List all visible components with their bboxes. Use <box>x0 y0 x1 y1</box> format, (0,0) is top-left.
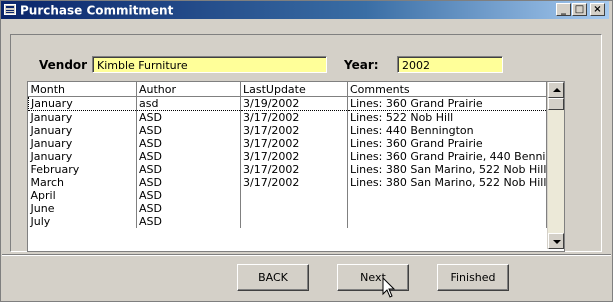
scroll-thumb[interactable] <box>548 98 564 110</box>
table-row[interactable]: June ASD <box>28 202 547 215</box>
cell-comments[interactable]: Lines: 380 San Marino, 522 Nob Hill, <box>347 163 547 176</box>
table-row[interactable]: January ASD 3/17/2002 Lines: 360 Grand P… <box>28 150 547 163</box>
cell-author[interactable]: ASD <box>136 176 241 189</box>
commitment-table[interactable]: Month Author LastUpdate Comments January… <box>27 81 565 252</box>
table-row[interactable]: February ASD 3/17/2002 Lines: 380 San Ma… <box>28 163 547 176</box>
cell-month[interactable]: January <box>28 150 137 163</box>
close-icon[interactable]: × <box>590 3 605 16</box>
cell-month[interactable]: March <box>28 176 137 189</box>
cell-author[interactable]: ASD <box>136 163 241 176</box>
cell-author[interactable]: ASD <box>136 110 241 124</box>
cell-month[interactable]: June <box>28 202 137 215</box>
vendor-label: Vendor <box>39 58 88 72</box>
finished-button[interactable]: Finished <box>437 264 509 291</box>
column-header-author[interactable]: Author <box>136 82 241 97</box>
column-header-lastupdate[interactable]: LastUpdate <box>240 82 348 97</box>
cell-comments[interactable]: Lines: 360 Grand Prairie <box>347 137 547 150</box>
separator-line <box>2 254 611 256</box>
cell-comments[interactable]: Lines: 522 Nob Hill <box>347 110 547 124</box>
cell-lastupdate[interactable]: 3/17/2002 <box>240 137 348 150</box>
minimize-icon[interactable]: _ <box>556 3 571 16</box>
cell-month[interactable]: January <box>28 137 137 150</box>
mouse-pointer-icon <box>382 277 396 298</box>
cell-lastupdate[interactable]: 3/17/2002 <box>240 110 348 124</box>
purchase-commitment-window: Purchase Commitment _ □ × Vendor Kimble … <box>0 0 613 302</box>
cell-lastupdate[interactable] <box>240 202 348 215</box>
next-button[interactable]: Next <box>337 264 409 291</box>
table-header-row: Month Author LastUpdate Comments <box>28 82 547 97</box>
cell-lastupdate[interactable]: 3/17/2002 <box>240 163 348 176</box>
cell-lastupdate[interactable]: 3/19/2002 <box>240 96 348 111</box>
cell-month[interactable]: February <box>28 163 137 176</box>
cell-month[interactable]: January <box>28 110 137 124</box>
cell-month[interactable]: April <box>28 189 137 202</box>
cell-author[interactable]: ASD <box>136 215 241 228</box>
table-row[interactable]: January asd 3/19/2002 Lines: 360 Grand P… <box>28 96 547 111</box>
back-button[interactable]: BACK <box>237 264 309 291</box>
cell-lastupdate[interactable] <box>240 189 348 202</box>
cell-month[interactable]: January <box>28 124 137 137</box>
cell-author[interactable]: ASD <box>136 202 241 215</box>
window-title: Purchase Commitment <box>20 3 174 18</box>
table-row[interactable]: July ASD <box>28 215 547 228</box>
cell-comments[interactable] <box>347 189 547 202</box>
table-row[interactable]: March ASD 3/17/2002 Lines: 380 San Marin… <box>28 176 547 189</box>
cell-comments[interactable] <box>347 215 547 228</box>
cell-author[interactable]: ASD <box>136 137 241 150</box>
column-header-comments[interactable]: Comments <box>347 82 547 97</box>
cell-lastupdate[interactable]: 3/17/2002 <box>240 124 348 137</box>
vendor-field[interactable]: Kimble Furniture <box>92 56 327 73</box>
cell-author[interactable]: asd <box>136 96 241 111</box>
vertical-scrollbar[interactable] <box>547 82 564 249</box>
cell-lastupdate[interactable]: 3/17/2002 <box>240 150 348 163</box>
cell-month[interactable]: July <box>28 215 137 228</box>
cell-author[interactable]: ASD <box>136 189 241 202</box>
year-field[interactable]: 2002 <box>397 56 503 73</box>
table-row[interactable]: April ASD <box>28 189 547 202</box>
cell-lastupdate[interactable] <box>240 215 348 228</box>
column-header-month[interactable]: Month <box>28 82 137 97</box>
year-label: Year: <box>344 58 379 72</box>
cell-comments[interactable]: Lines: 380 San Marino, 522 Nob Hill, <box>347 176 547 189</box>
cell-comments[interactable]: Lines: 360 Grand Prairie <box>347 96 547 111</box>
table-row[interactable]: January ASD 3/17/2002 Lines: 522 Nob Hil… <box>28 110 547 124</box>
cell-comments[interactable]: Lines: 440 Bennington <box>347 124 547 137</box>
maximize-icon[interactable]: □ <box>572 3 587 16</box>
cell-author[interactable]: ASD <box>136 124 241 137</box>
form-icon <box>4 4 16 15</box>
scroll-up-icon[interactable] <box>548 82 564 98</box>
cell-comments[interactable] <box>347 202 547 215</box>
table-row[interactable]: January ASD 3/17/2002 Lines: 360 Grand P… <box>28 137 547 150</box>
cell-author[interactable]: ASD <box>136 150 241 163</box>
scroll-down-icon[interactable] <box>548 233 564 249</box>
cell-lastupdate[interactable]: 3/17/2002 <box>240 176 348 189</box>
title-bar[interactable]: Purchase Commitment _ □ × <box>1 1 609 19</box>
cell-comments[interactable]: Lines: 360 Grand Prairie, 440 Bennir <box>347 150 547 163</box>
table-row[interactable]: January ASD 3/17/2002 Lines: 440 Benning… <box>28 124 547 137</box>
cell-month[interactable]: January <box>28 96 137 111</box>
